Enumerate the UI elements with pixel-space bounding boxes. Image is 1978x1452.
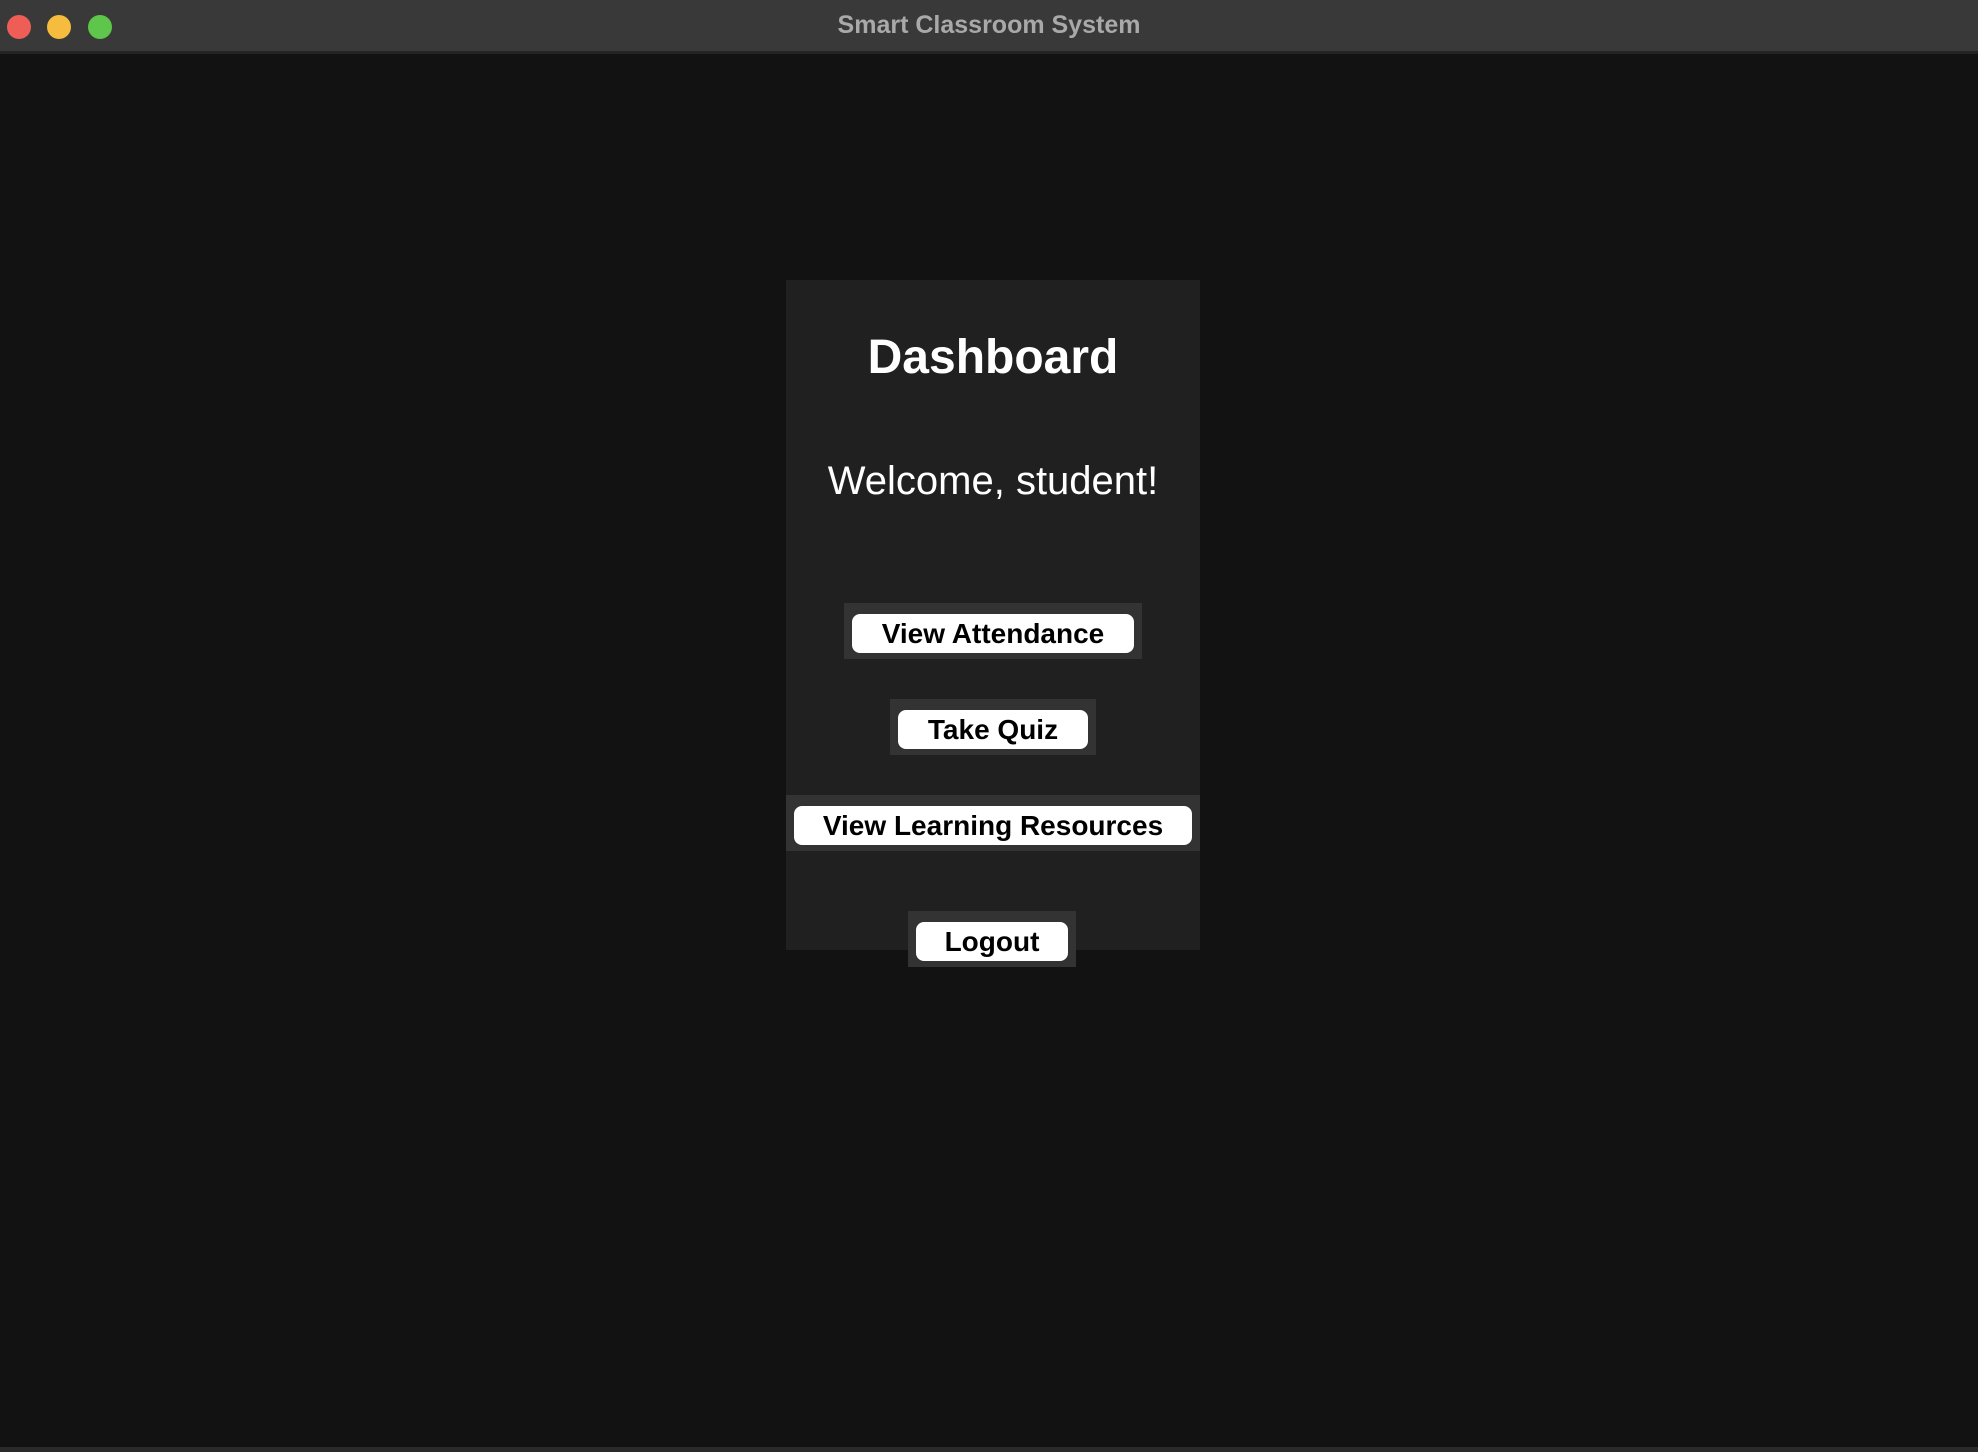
view-learning-resources-button-frame: View Learning Resources <box>786 795 1200 851</box>
welcome-message: Welcome, student! <box>827 459 1159 503</box>
take-quiz-button-frame: Take Quiz <box>890 699 1096 755</box>
main-content: Dashboard Welcome, student! View Attenda… <box>0 57 1978 1447</box>
logout-button[interactable]: Logout <box>916 922 1068 961</box>
dashboard-panel: Dashboard Welcome, student! View Attenda… <box>786 280 1200 967</box>
dashboard-heading: Dashboard <box>867 331 1119 384</box>
view-attendance-button-frame: View Attendance <box>844 603 1142 659</box>
take-quiz-button[interactable]: Take Quiz <box>898 710 1088 749</box>
window-bottom-edge <box>0 1447 1978 1452</box>
title-bar: Smart Classroom System <box>0 0 1978 54</box>
logout-button-frame: Logout <box>908 911 1076 967</box>
view-attendance-button[interactable]: View Attendance <box>852 614 1134 653</box>
view-learning-resources-button[interactable]: View Learning Resources <box>794 806 1192 845</box>
app-window: Smart Classroom System Dashboard Welcome… <box>0 0 1978 1452</box>
window-title: Smart Classroom System <box>837 11 1141 39</box>
